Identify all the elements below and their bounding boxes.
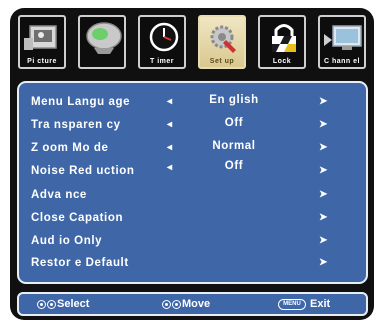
arrow-left-icon[interactable]: ◂ [167,119,173,130]
left-right-keys-icon [172,299,181,309]
menu-item-value: Off [224,160,244,172]
menu-item-label: Close Capation [31,212,124,224]
timer-clock-icon [149,22,179,52]
arrow-left-icon[interactable]: ◂ [167,142,173,153]
setup-menu-panel: Menu Langu age ◂ En glish ➤ Tra nsparen … [17,81,368,284]
tab-label: Lock [272,58,292,65]
arrow-left-icon[interactable]: ◂ [167,162,173,173]
tab-channel[interactable]: C hann el [318,15,366,69]
up-down-keys-icon [37,299,46,309]
setup-gear-icon [210,25,236,53]
arrow-right-icon[interactable]: ➤ [319,165,328,176]
tab-setup[interactable]: Set up [198,15,246,69]
arrow-right-icon[interactable]: ➤ [319,257,328,268]
menu-item-audio-only[interactable]: Aud io Only ➤ [19,232,366,252]
arrow-right-icon[interactable]: ➤ [319,189,328,200]
tab-timer[interactable]: T imer [138,15,186,69]
tab-label: C hann el [323,58,360,65]
tab-picture[interactable]: Pi cture [18,15,66,69]
help-select: Select [37,298,89,310]
tab-sound[interactable] [78,15,126,69]
arrow-right-icon[interactable]: ➤ [319,212,328,223]
menu-item-value: Normal [212,140,256,152]
menu-item-close-caption[interactable]: Close Capation ➤ [19,209,366,229]
menu-item-restore-default[interactable]: Restor e Default ➤ [19,254,366,274]
menu-item-label: Tra nsparen cy [31,119,121,131]
osd-frame: Pi cture T imer Set up Lock C hann el Me… [10,8,374,320]
menu-item-label: Aud io Only [31,235,103,247]
menu-item-noise-reduction[interactable]: Noise Red uction ◂ Off ➤ [19,160,366,182]
tab-label: T imer [149,58,174,65]
help-move-label: Move [182,298,211,310]
arrow-right-icon[interactable]: ➤ [319,96,328,107]
menu-item-label: Restor e Default [31,257,129,269]
help-move: Move [162,298,210,310]
menu-item-label: Menu Langu age [31,96,131,108]
left-right-keys-icon [162,299,171,309]
up-down-keys-icon [47,299,56,309]
menu-item-value: En glish [209,94,259,106]
menu-key-icon: MENU [278,298,306,310]
help-exit-label: Exit [310,298,331,310]
picture-icon [24,25,57,50]
menu-item-advance[interactable]: Adva nce ➤ [19,186,366,206]
menu-item-label: Noise Red uction [31,165,135,177]
channel-tv-icon [324,25,362,50]
menu-item-value: Off [224,117,244,129]
lock-icon [272,24,296,52]
sound-icon [86,22,122,54]
help-exit: MENU Exit [278,298,330,310]
menu-item-menu-language[interactable]: Menu Langu age ◂ En glish ➤ [19,93,366,113]
arrow-right-icon[interactable]: ➤ [319,119,328,130]
arrow-right-icon[interactable]: ➤ [319,235,328,246]
help-bar: Select Move MENU Exit [17,292,368,316]
menu-item-transparency[interactable]: Tra nsparen cy ◂ Off ➤ [19,116,366,136]
tab-lock[interactable]: Lock [258,15,306,69]
tab-label: Pi cture [27,58,57,65]
help-select-label: Select [57,298,90,310]
menu-item-zoom-mode[interactable]: Z oom Mo de ◂ Normal ➤ [19,139,366,159]
arrow-right-icon[interactable]: ➤ [319,142,328,153]
arrow-left-icon[interactable]: ◂ [167,96,173,107]
tab-label: Set up [209,58,235,65]
menu-item-label: Z oom Mo de [31,142,109,154]
menu-item-label: Adva nce [31,189,87,201]
